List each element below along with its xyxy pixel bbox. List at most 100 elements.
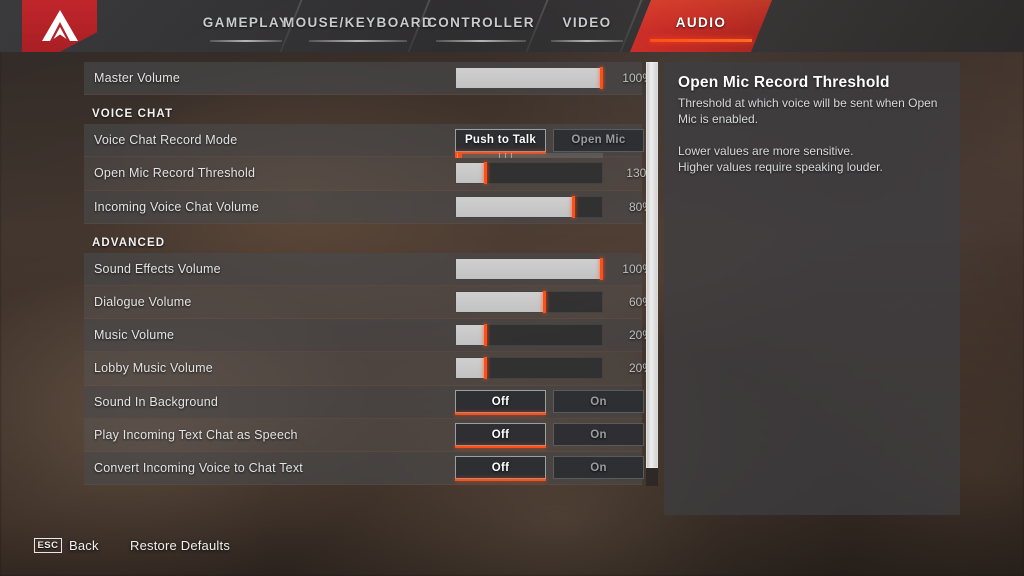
tab-gameplay[interactable]: GAMEPLAY — [198, 0, 294, 52]
slider-handle[interactable] — [571, 195, 575, 218]
setting-row[interactable]: Sound Effects Volume 100% — [84, 252, 653, 286]
slider-handle[interactable] — [484, 162, 488, 185]
slider-control[interactable]: 20% — [455, 352, 653, 384]
mic-level-tick — [505, 153, 506, 159]
mic-level-meter — [455, 153, 603, 159]
slider-control[interactable]: 80% — [455, 191, 653, 223]
setting-label: Dialogue Volume — [94, 295, 192, 310]
scrollbar-thumb[interactable] — [646, 62, 658, 468]
volume-slider[interactable] — [455, 291, 603, 314]
setting-row[interactable]: Music Volume 20% — [84, 319, 653, 353]
slider-control[interactable]: 1300 — [455, 153, 653, 189]
navigation-tabs: GAMEPLAY MOUSE/KEYBOARD CONTROLLER VIDEO AUD… — [0, 0, 1024, 52]
section-header: ADVANCED — [92, 236, 166, 249]
info-panel-paragraph-1: Threshold at which voice will be sent wh… — [678, 96, 938, 126]
slider-fill — [456, 258, 602, 279]
option-button-label: On — [590, 461, 607, 474]
setting-label: Sound In Background — [94, 394, 219, 409]
option-button-label: Open Mic — [571, 134, 626, 147]
slider-handle[interactable] — [600, 67, 603, 90]
setting-row[interactable]: Play Incoming Text Chat as Speech Off On — [84, 418, 644, 452]
option-button-label: On — [590, 428, 607, 441]
tab-label: VIDEO — [562, 14, 612, 30]
option-button-off[interactable]: Off — [455, 423, 546, 449]
volume-slider[interactable] — [455, 324, 603, 347]
option-button-on[interactable]: On — [553, 390, 644, 414]
tab-video[interactable]: VIDEO — [540, 0, 634, 52]
setting-row[interactable]: Lobby Music Volume 20% — [84, 352, 653, 386]
setting-row[interactable]: Sound In Background Off On — [84, 385, 644, 419]
restore-defaults-label: Restore Defaults — [130, 538, 231, 553]
option-toggle-group: Off On — [455, 386, 650, 418]
option-button-off[interactable]: Off — [455, 390, 546, 416]
tab-underline — [650, 39, 752, 42]
settings-scrollbar[interactable] — [646, 62, 658, 486]
slider-control[interactable]: 60% — [455, 286, 653, 318]
option-button-label: Push to Talk — [464, 134, 537, 147]
mic-level-tick — [511, 153, 512, 159]
mic-level-tick — [457, 153, 458, 159]
info-panel-spacer — [678, 127, 946, 143]
option-button-label: Off — [491, 395, 510, 408]
option-button-label: On — [590, 395, 607, 408]
tab-underline — [551, 40, 623, 42]
option-button-label: Off — [491, 461, 510, 474]
slider-handle[interactable] — [542, 291, 546, 314]
tab-label: MOUSE/KEYBOARD — [282, 14, 434, 30]
option-button-off[interactable]: Off — [455, 456, 546, 482]
option-toggle-group: Off On — [455, 452, 650, 484]
slider-control[interactable]: 100% — [455, 253, 653, 285]
setting-row[interactable]: Master Volume 100% — [84, 62, 653, 96]
footer-bar: ESC Back Restore Defaults — [0, 516, 1024, 576]
slider-handle[interactable] — [600, 257, 603, 280]
setting-row[interactable]: Incoming Voice Chat Volume 80% — [84, 190, 653, 224]
slider-handle[interactable] — [484, 324, 488, 347]
volume-slider[interactable] — [455, 357, 603, 380]
esc-key-icon: ESC — [34, 538, 62, 553]
setting-row[interactable]: Dialogue Volume 60% — [84, 285, 653, 320]
slider-fill — [456, 292, 544, 313]
slider-fill — [456, 358, 486, 379]
tab-mouse-keyboard[interactable]: MOUSE/KEYBOARD — [283, 0, 432, 52]
restore-defaults-button[interactable]: Restore Defaults — [130, 538, 230, 553]
option-button-on[interactable]: On — [553, 423, 644, 447]
tab-controller[interactable]: CONTROLLER — [422, 0, 540, 52]
tab-audio[interactable]: AUDIO — [634, 0, 768, 52]
section-header: VOICE CHAT — [92, 108, 174, 121]
slider-fill — [456, 325, 486, 346]
info-panel-title: Open Mic Record Threshold — [678, 74, 890, 91]
tab-underline — [309, 40, 407, 42]
setting-label: Sound Effects Volume — [94, 261, 221, 276]
setting-label: Voice Chat Record Mode — [94, 133, 238, 148]
slider-fill — [456, 163, 486, 184]
slider-control[interactable]: 20% — [455, 319, 653, 351]
settings-list: Master Volume 100% VOICE CHAT Voice Chat Re… — [84, 62, 653, 486]
volume-slider[interactable] — [455, 67, 603, 90]
info-panel: Open Mic Record Threshold Threshold at w… — [664, 62, 960, 515]
setting-label: Open Mic Record Threshold — [94, 166, 256, 181]
volume-slider[interactable] — [455, 195, 603, 218]
setting-label: Lobby Music Volume — [94, 361, 213, 376]
option-button-push-to-talk[interactable]: Push to Talk — [455, 128, 546, 154]
setting-row[interactable]: Convert Incoming Voice to Chat Text Off On — [84, 451, 644, 486]
tab-label: AUDIO — [675, 14, 727, 30]
slider-fill — [456, 68, 602, 89]
setting-row[interactable]: Open Mic Record Threshold 1300 — [84, 153, 653, 191]
setting-row[interactable]: Voice Chat Record Mode Push to Talk Open M… — [84, 124, 644, 158]
volume-slider[interactable] — [455, 257, 603, 280]
slider-handle[interactable] — [484, 357, 488, 380]
volume-slider[interactable] — [455, 153, 603, 185]
setting-label: Play Incoming Text Chat as Speech — [94, 427, 298, 442]
tab-label: CONTROLLER — [427, 14, 535, 30]
slider-control[interactable]: 100% — [455, 62, 653, 94]
option-button-on[interactable]: On — [553, 456, 644, 480]
setting-label: Convert Incoming Voice to Chat Text — [94, 460, 303, 475]
apex-chevron-icon — [41, 10, 78, 41]
option-button-label: Off — [491, 428, 510, 441]
setting-label: Music Volume — [94, 328, 175, 343]
setting-label: Master Volume — [94, 71, 180, 86]
back-button[interactable]: ESC Back — [34, 538, 99, 553]
tab-label: GAMEPLAY — [202, 14, 290, 30]
option-button-open-mic[interactable]: Open Mic — [553, 128, 644, 152]
option-toggle-group: Off On — [455, 419, 650, 451]
